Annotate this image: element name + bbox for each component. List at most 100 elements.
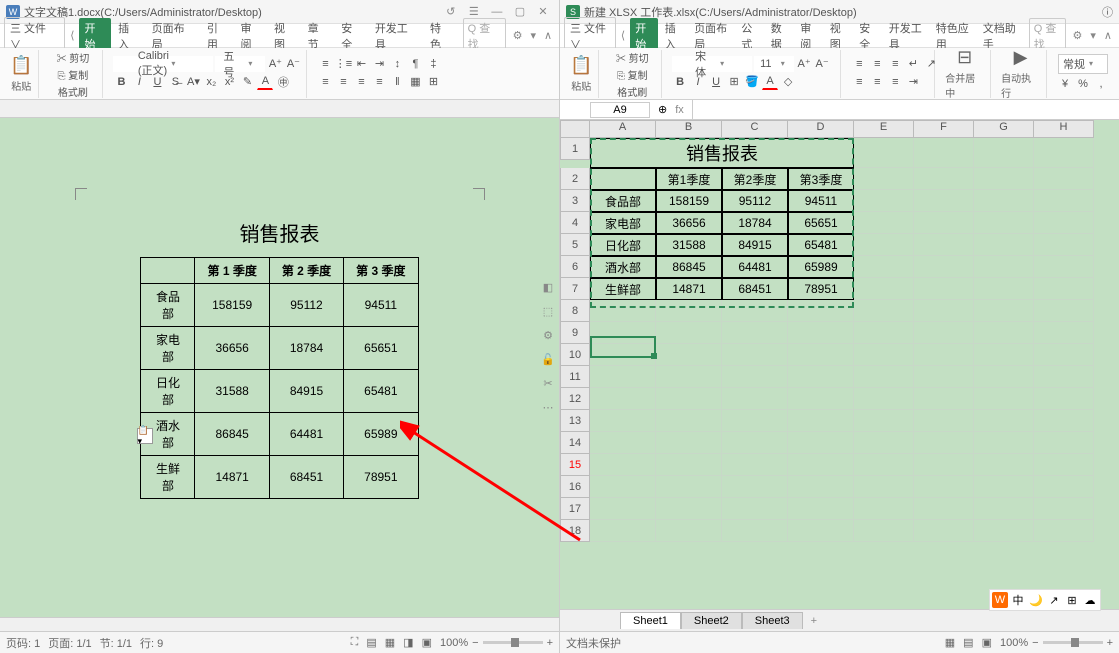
decrease-font-icon[interactable]: A⁻ <box>285 56 301 72</box>
excel-border-icon[interactable]: ⊞ <box>726 74 742 90</box>
cell-C4[interactable]: 18784 <box>722 212 788 234</box>
col-H[interactable]: H <box>1034 120 1094 138</box>
row-10[interactable]: 10 <box>560 344 590 366</box>
cell[interactable] <box>974 410 1034 432</box>
cell[interactable] <box>656 476 722 498</box>
cell[interactable] <box>656 498 722 520</box>
cell[interactable] <box>1034 168 1094 190</box>
excel-zoom[interactable]: 100% −+ <box>1000 637 1113 649</box>
word-min-icon[interactable]: — <box>487 6 507 18</box>
cell[interactable] <box>1034 366 1094 388</box>
excel-right-icon[interactable]: ≡ <box>887 74 903 90</box>
excel-paste-icon[interactable]: 📋 <box>570 55 592 76</box>
row-6[interactable]: 6 <box>560 256 590 278</box>
cell[interactable] <box>788 454 854 476</box>
cell[interactable] <box>590 432 656 454</box>
cell[interactable] <box>974 520 1034 542</box>
excel-italic-icon[interactable]: I <box>690 74 706 90</box>
ime-toolbar[interactable]: W 中 🌙 ↗ ⊞ ☁ <box>989 589 1101 611</box>
cell[interactable] <box>914 520 974 542</box>
col-A[interactable]: A <box>590 120 656 138</box>
cell-B4[interactable]: 36656 <box>656 212 722 234</box>
sheet-add-button[interactable]: + <box>803 613 825 629</box>
row-9[interactable]: 9 <box>560 322 590 344</box>
cell[interactable] <box>974 498 1034 520</box>
cell[interactable] <box>722 498 788 520</box>
strike-icon[interactable]: S̶ <box>167 74 183 90</box>
side-nav-icon[interactable]: ◧ <box>539 278 557 296</box>
cell[interactable] <box>1034 432 1094 454</box>
cell[interactable] <box>914 476 974 498</box>
cell[interactable] <box>974 388 1034 410</box>
cell[interactable] <box>788 344 854 366</box>
word-opt3-icon[interactable]: ∧ <box>541 29 555 42</box>
row-2[interactable]: 2 <box>560 168 590 190</box>
row-8[interactable]: 8 <box>560 300 590 322</box>
cell[interactable] <box>914 322 974 344</box>
side-clip-icon[interactable]: ✂ <box>539 374 557 392</box>
cell[interactable] <box>974 476 1034 498</box>
row-12[interactable]: 12 <box>560 388 590 410</box>
cell[interactable] <box>722 454 788 476</box>
cell[interactable] <box>854 454 914 476</box>
underline-icon[interactable]: U <box>149 74 165 90</box>
autorun-icon[interactable]: ▶ <box>1014 47 1028 68</box>
align-left-icon[interactable]: ≡ <box>317 74 333 90</box>
sub-icon[interactable]: x₂ <box>203 74 219 90</box>
row-16[interactable]: 16 <box>560 476 590 498</box>
cell[interactable] <box>914 432 974 454</box>
line-spacing-icon[interactable]: ‖ <box>389 74 405 90</box>
cell[interactable] <box>1034 476 1094 498</box>
cell[interactable] <box>656 454 722 476</box>
word-opt1-icon[interactable]: ⚙ <box>510 29 526 42</box>
cell[interactable] <box>854 498 914 520</box>
ime-lang-icon[interactable]: 中 <box>1010 592 1026 608</box>
cell[interactable] <box>974 300 1034 322</box>
col-B[interactable]: B <box>656 120 722 138</box>
ruby-icon[interactable]: ㊥ <box>275 74 291 90</box>
cell[interactable] <box>974 234 1034 256</box>
word-ruler[interactable] <box>0 100 559 118</box>
indent-inc-icon[interactable]: ⇥ <box>371 56 387 72</box>
brush-button[interactable]: 格式刷 <box>58 84 88 99</box>
excel-size-select[interactable]: 11▾ <box>754 56 794 72</box>
view-web-icon[interactable]: ◨ <box>403 636 413 649</box>
row-7[interactable]: 7 <box>560 278 590 300</box>
excel-indent-icon[interactable]: ⇥ <box>905 74 921 90</box>
cell[interactable] <box>914 212 974 234</box>
cell[interactable] <box>1034 388 1094 410</box>
sheet-tab-2[interactable]: Sheet2 <box>681 612 742 629</box>
cell[interactable] <box>914 300 974 322</box>
cell-B3[interactable]: 158159 <box>656 190 722 212</box>
cell[interactable] <box>854 234 914 256</box>
cell-B2[interactable]: 第1季度 <box>656 168 722 190</box>
cell[interactable] <box>1034 498 1094 520</box>
wps-badge-icon[interactable]: W <box>992 592 1008 608</box>
cell[interactable] <box>590 498 656 520</box>
excel-view2-icon[interactable]: ▤ <box>963 636 973 649</box>
cell[interactable] <box>854 190 914 212</box>
paste-icon[interactable]: 📋 <box>10 55 32 76</box>
cell[interactable] <box>854 138 914 168</box>
cell[interactable] <box>914 190 974 212</box>
side-select-icon[interactable]: ⬚ <box>539 302 557 320</box>
word-undo-icon[interactable]: ↺ <box>441 5 461 18</box>
cell[interactable] <box>854 168 914 190</box>
excel-view3-icon[interactable]: ▣ <box>982 636 992 649</box>
cell[interactable] <box>914 138 974 168</box>
highlight-icon[interactable]: ✎ <box>239 74 255 90</box>
side-unlock-icon[interactable]: 🔓 <box>539 350 557 368</box>
cell[interactable] <box>974 278 1034 300</box>
cell-A7[interactable]: 生鲜部 <box>590 278 656 300</box>
excel-fontcolor-icon[interactable]: A <box>762 74 778 90</box>
row-14[interactable]: 14 <box>560 432 590 454</box>
excel-help-icon[interactable]: ⓘ <box>1102 4 1113 20</box>
cell[interactable] <box>854 388 914 410</box>
cell[interactable] <box>854 278 914 300</box>
word-menu-icon[interactable]: ☰ <box>464 5 484 18</box>
cell[interactable] <box>914 388 974 410</box>
cell[interactable] <box>1034 322 1094 344</box>
align-justify-icon[interactable]: ≡ <box>371 74 387 90</box>
cell[interactable] <box>788 388 854 410</box>
cell[interactable] <box>590 476 656 498</box>
